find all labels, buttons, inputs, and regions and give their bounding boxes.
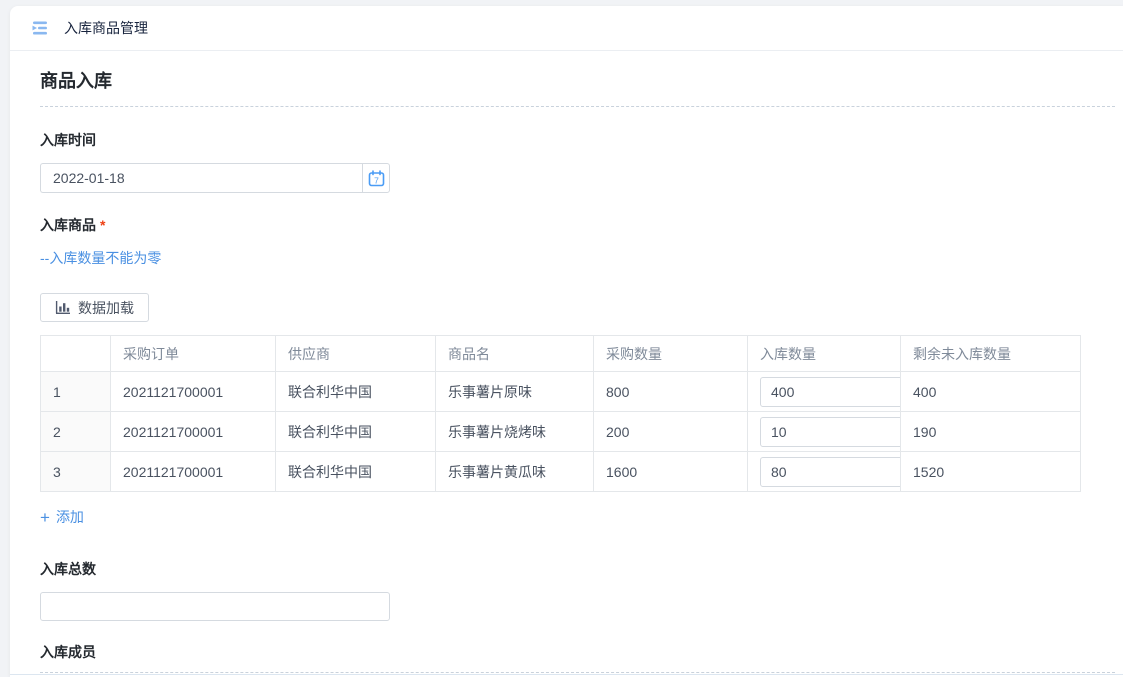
total-input[interactable]: [40, 592, 390, 621]
load-data-button[interactable]: 数据加载: [40, 293, 149, 322]
inbound-qty-cell: [747, 451, 901, 492]
product-cell: 乐事薯片原味: [435, 371, 594, 412]
table-header-row: 采购订单 供应商 商品名 采购数量 入库数量 剩余未入库数量: [40, 335, 1081, 372]
order-cell: 2021121700001: [110, 371, 276, 412]
row-index-cell: 1: [40, 371, 111, 412]
col-header-index: [40, 335, 111, 372]
total-label: 入库总数: [40, 561, 96, 577]
date-input[interactable]: [40, 163, 362, 193]
purchase-qty-cell: 200: [593, 411, 748, 452]
calendar-icon[interactable]: 7: [362, 163, 390, 193]
member-label: 入库成员: [40, 644, 96, 660]
qty-hint-link[interactable]: --入库数量不能为零: [40, 248, 161, 268]
product-cell: 乐事薯片烧烤味: [435, 411, 594, 452]
plus-icon: +: [40, 507, 50, 527]
inbound-goods-table: 采购订单 供应商 商品名 采购数量 入库数量 剩余未入库数量 1 20211217…: [40, 335, 1081, 492]
menu-fold-icon[interactable]: [30, 18, 50, 38]
products-label: 入库商品 *: [40, 217, 106, 233]
main-panel: 入库商品管理 商品入库 入库时间 7 入库商品* --入库数量不能为零: [10, 6, 1123, 677]
remaining-qty-cell: 1520: [900, 451, 1081, 492]
inbound-qty-cell: [747, 411, 901, 452]
supplier-cell: 联合利华中国: [275, 411, 436, 452]
inbound-qty-input[interactable]: [760, 416, 900, 447]
order-cell: 2021121700001: [110, 451, 276, 492]
row-index-cell: 3: [40, 451, 111, 492]
bottom-divider: [10, 674, 1123, 675]
supplier-cell: 联合利华中国: [275, 451, 436, 492]
top-bar: 入库商品管理: [10, 6, 1123, 51]
col-header-inbound-qty: 入库数量: [747, 335, 901, 372]
col-header-remaining-qty: 剩余未入库数量: [900, 335, 1081, 372]
purchase-qty-cell: 1600: [593, 451, 748, 492]
divider-top: [40, 106, 1115, 107]
page-title: 商品入库: [40, 71, 112, 91]
product-cell: 乐事薯片黄瓜味: [435, 451, 594, 492]
inbound-qty-input[interactable]: [760, 456, 900, 487]
add-row-link-label: 添加: [55, 509, 84, 525]
load-data-button-label: 数据加载: [78, 299, 134, 316]
svg-text:7: 7: [374, 175, 379, 185]
col-header-order: 采购订单: [110, 335, 276, 372]
add-row-link[interactable]: + 添加: [40, 507, 84, 527]
col-header-supplier: 供应商: [275, 335, 436, 372]
col-header-purchase-qty: 采购数量: [593, 335, 748, 372]
inbound-qty-input[interactable]: [760, 376, 900, 407]
purchase-qty-cell: 800: [593, 371, 748, 412]
inbound-qty-cell: [747, 371, 901, 412]
col-header-product: 商品名: [435, 335, 594, 372]
remaining-qty-cell: 400: [900, 371, 1081, 412]
date-picker: 7: [40, 163, 390, 193]
breadcrumb-title: 入库商品管理: [64, 20, 148, 36]
row-index-cell: 2: [40, 411, 111, 452]
supplier-cell: 联合利华中国: [275, 371, 436, 412]
required-asterisk: *: [100, 217, 106, 233]
divider-bottom: [40, 672, 1115, 673]
table-row: 32021121700001联合利华中国乐事薯片黄瓜味1600 1520: [40, 451, 1081, 492]
date-label: 入库时间: [40, 132, 96, 148]
table-row: 22021121700001联合利华中国乐事薯片烧烤味200 190: [40, 411, 1081, 452]
remaining-qty-cell: 190: [900, 411, 1081, 452]
table-row: 1 2021121700001 联合利华中国 乐事薯片原味 800 400: [40, 371, 1081, 412]
bar-chart-icon: [55, 300, 71, 315]
order-cell: 2021121700001: [110, 411, 276, 452]
